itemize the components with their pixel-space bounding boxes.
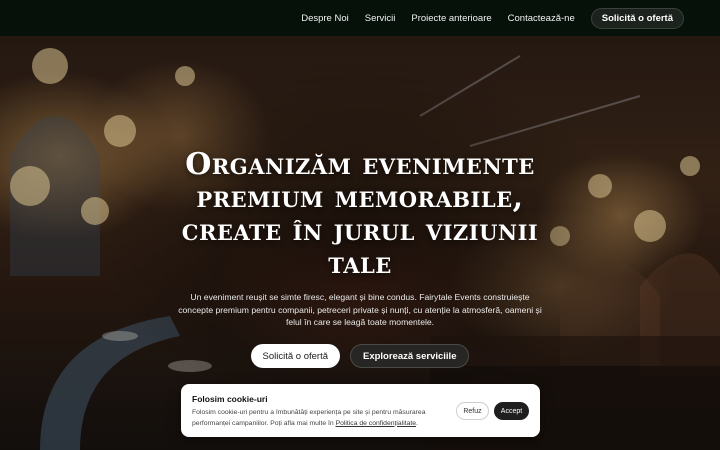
top-navigation-bar: Despre Noi Servicii Proiecte anterioare … <box>0 0 720 36</box>
hero-title: Organizăm evenimente premium memorabile,… <box>181 147 539 281</box>
nav-link-servicii[interactable]: Servicii <box>365 13 396 24</box>
hero-actions: Solicită o ofertă Explorează serviciile <box>0 344 720 368</box>
hero-subtitle: Un eveniment reușit se simte firesc, ele… <box>178 292 542 327</box>
nav-link-contact[interactable]: Contactează-ne <box>508 13 575 24</box>
cookie-accept-button[interactable]: Accept <box>494 402 529 420</box>
nav-request-quote-button[interactable]: Solicită o ofertă <box>590 7 684 29</box>
cookie-banner: Folosim cookie-uri Folosim cookie-uri pe… <box>181 384 540 437</box>
cookie-title: Folosim cookie-uri <box>192 394 268 404</box>
explore-services-button[interactable]: Explorează serviciile <box>350 344 470 368</box>
nav-link-despre-noi[interactable]: Despre Noi <box>301 13 349 24</box>
main-nav: Despre Noi Servicii Proiecte anterioare … <box>285 0 684 36</box>
privacy-policy-link[interactable]: Politica de confidențialitate <box>336 420 416 427</box>
cookie-refuse-button[interactable]: Refuz <box>456 402 489 420</box>
cookie-text: Folosim cookie-uri pentru a îmbunătăți e… <box>192 408 452 429</box>
nav-link-proiecte-anterioare[interactable]: Proiecte anterioare <box>411 13 491 24</box>
cookie-text-end: . <box>416 419 418 427</box>
hero-request-quote-button[interactable]: Solicită o ofertă <box>250 344 340 368</box>
